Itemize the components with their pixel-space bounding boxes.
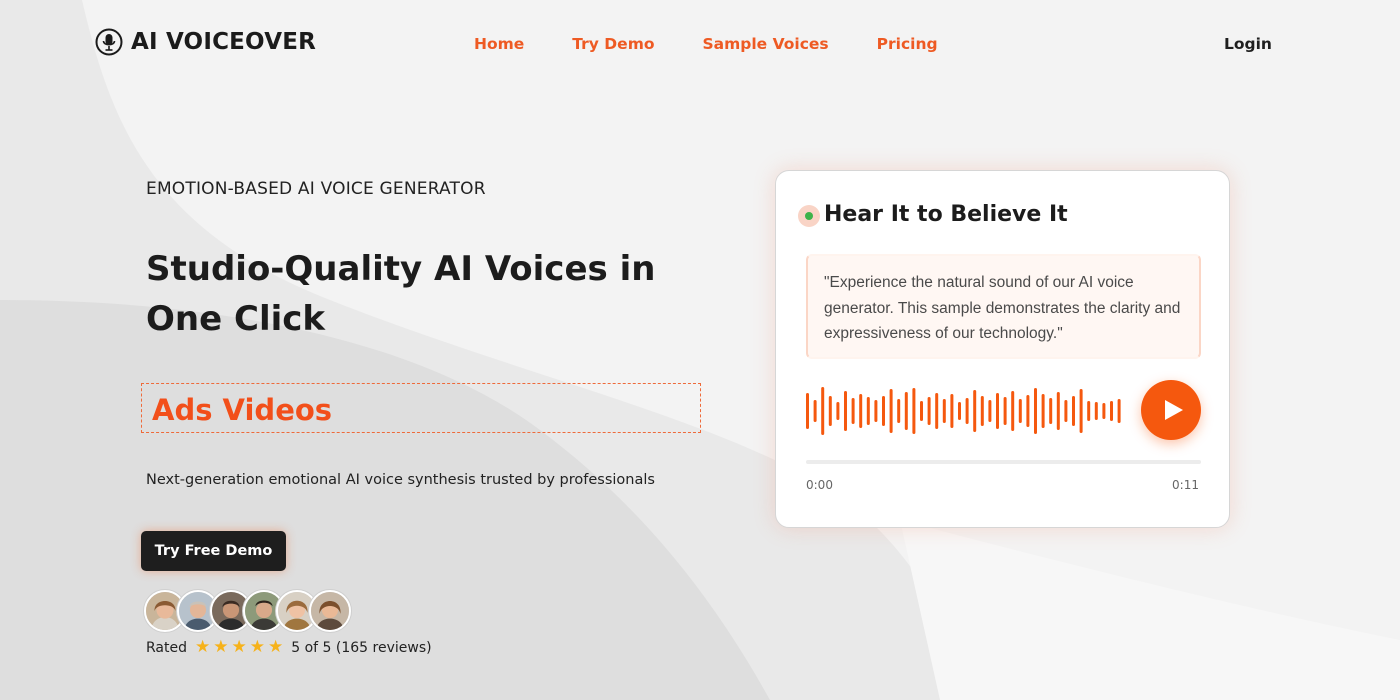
logo-text: AI VOICEOVER <box>131 29 317 55</box>
play-icon <box>1165 400 1183 420</box>
rotating-word: Ads Videos <box>152 393 333 427</box>
rating-row: Rated ★ ★ ★ ★ ★ 5 of 5 (165 reviews) <box>146 639 432 656</box>
waveform-bar <box>1064 400 1068 422</box>
current-time: 0:00 <box>806 478 833 492</box>
waveform-bar <box>1003 397 1007 425</box>
microphone-icon <box>95 28 123 56</box>
hero-eyebrow: EMOTION-BASED AI VOICE GENERATOR <box>146 179 486 199</box>
hero-subtext: Next-generation emotional AI voice synth… <box>146 472 655 488</box>
waveform-bar <box>973 390 977 432</box>
waveform-bar <box>1011 391 1015 431</box>
rating-stars: ★ ★ ★ ★ ★ <box>195 639 283 656</box>
audio-waveform[interactable] <box>806 383 1126 439</box>
star-icon: ★ <box>213 637 229 657</box>
play-button[interactable] <box>1141 380 1201 440</box>
star-icon: ★ <box>195 637 211 657</box>
logo[interactable]: AI VOICEOVER <box>95 28 316 56</box>
waveform-bar <box>1056 392 1060 430</box>
nav-links: Home Try Demo Sample Voices Pricing <box>474 35 938 53</box>
waveform-bar <box>882 396 885 426</box>
avatar <box>309 590 351 632</box>
waveform-bar <box>813 400 817 422</box>
waveform-bar <box>950 394 954 428</box>
waveform-bar <box>889 389 893 433</box>
waveform-bar <box>1079 389 1083 433</box>
waveform-bar <box>927 397 931 425</box>
waveform-bar <box>844 391 847 431</box>
waveform-bar <box>996 393 999 429</box>
waveform-bar <box>859 394 863 428</box>
waveform-bar <box>920 401 923 421</box>
duration-time: 0:11 <box>1172 478 1199 492</box>
waveform-bar <box>935 393 939 429</box>
waveform-bar <box>821 387 825 435</box>
rotating-text-box: Ads Videos <box>141 383 701 433</box>
nav-link-home[interactable]: Home <box>474 35 524 53</box>
nav-link-pricing[interactable]: Pricing <box>877 35 938 53</box>
card-title: Hear It to Believe It <box>824 202 1068 227</box>
waveform-bar <box>904 392 908 430</box>
sample-quote: "Experience the natural sound of our AI … <box>806 254 1201 359</box>
live-status-dot <box>798 205 820 227</box>
waveform-bar <box>942 399 946 423</box>
waveform-bar <box>874 400 878 422</box>
waveform-bar <box>828 396 832 426</box>
waveform-bar <box>958 402 961 420</box>
waveform-bar <box>988 400 992 422</box>
hero-headline: Studio-Quality AI Voices in One Click <box>146 249 656 339</box>
waveform-bar <box>1034 388 1037 434</box>
audio-sample-card: Hear It to Believe It "Experience the na… <box>775 170 1230 528</box>
waveform-bar <box>980 396 984 426</box>
login-link[interactable]: Login <box>1224 35 1272 53</box>
waveform-bar <box>1026 395 1030 427</box>
waveform-bar <box>1018 399 1022 423</box>
rating-prefix: Rated <box>146 639 187 656</box>
waveform-bar <box>1110 401 1113 421</box>
waveform-bar <box>1049 398 1053 424</box>
waveform-bar <box>1117 399 1121 423</box>
rating-summary: 5 of 5 (165 reviews) <box>291 639 432 656</box>
waveform-bar <box>1102 403 1106 419</box>
waveform-bar <box>912 388 916 434</box>
nav-link-sample-voices[interactable]: Sample Voices <box>703 35 829 53</box>
waveform-bar <box>1072 396 1075 426</box>
reviewer-avatars <box>144 590 351 632</box>
audio-progress-bar[interactable] <box>806 460 1201 464</box>
waveform-bar <box>965 398 969 424</box>
star-icon: ★ <box>231 637 247 657</box>
star-icon: ★ <box>268 637 284 657</box>
waveform-bar <box>806 393 809 429</box>
waveform-bar <box>1087 401 1091 421</box>
waveform-bar <box>1094 402 1098 420</box>
waveform-bar <box>897 399 901 423</box>
top-navigation: AI VOICEOVER Home Try Demo Sample Voices… <box>0 0 1400 90</box>
star-icon: ★ <box>249 637 265 657</box>
waveform-bar <box>836 402 840 420</box>
waveform-bar <box>1041 394 1045 428</box>
waveform-bar <box>851 398 855 424</box>
nav-link-try-demo[interactable]: Try Demo <box>572 35 654 53</box>
try-free-demo-button[interactable]: Try Free Demo <box>141 531 286 571</box>
waveform-bar <box>866 397 870 425</box>
